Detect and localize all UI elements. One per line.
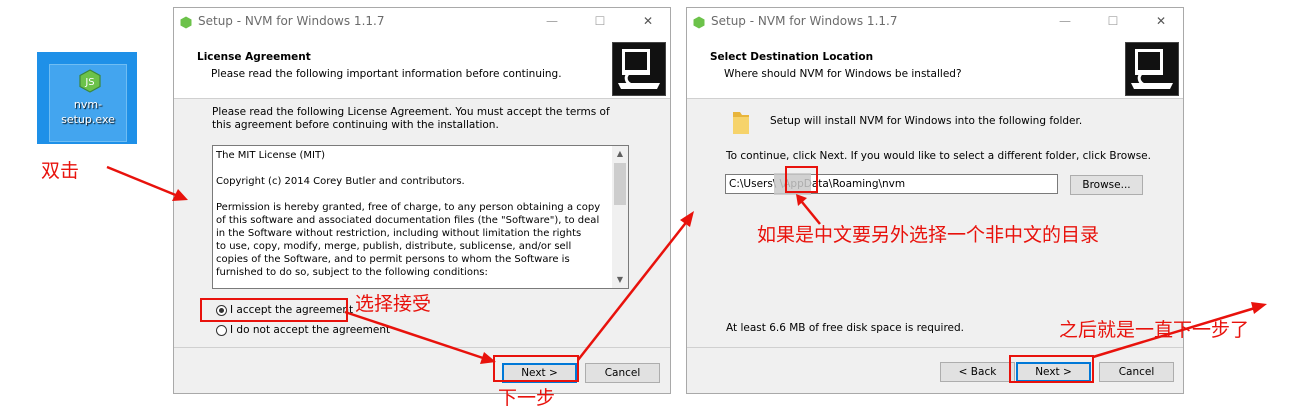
folder-icon xyxy=(733,112,749,134)
title-bar: Setup - NVM for Windows 1.1.7 — ☐ ✕ xyxy=(174,8,670,36)
username-highlight xyxy=(785,166,818,193)
license-scrollbar[interactable]: ▲ ▼ xyxy=(612,146,628,288)
wizard-header: Select Destination Location Where should… xyxy=(687,36,1183,99)
page-subtitle: Please read the following important info… xyxy=(211,68,562,80)
next-highlight-right xyxy=(1009,355,1094,383)
annotation-chinese-path: 如果是中文要另外选择一个非中文的目录 xyxy=(757,224,1100,246)
window-title: Setup - NVM for Windows 1.1.7 xyxy=(711,14,898,28)
page-subtitle: Where should NVM for Windows be installe… xyxy=(724,68,962,80)
disk-space-note: At least 6.6 MB of free disk space is re… xyxy=(726,322,964,334)
desktop-file-name: nvm-setup.exe xyxy=(61,98,115,126)
license-line: to use, copy, modify, merge, publish, di… xyxy=(216,241,572,252)
window-title: Setup - NVM for Windows 1.1.7 xyxy=(198,14,385,28)
app-icon xyxy=(180,16,192,29)
nodejs-icon: JS xyxy=(79,69,101,93)
minimize-button[interactable]: — xyxy=(543,13,561,29)
install-info: Setup will install NVM for Windows into … xyxy=(770,115,1083,127)
maximize-button[interactable]: ☐ xyxy=(591,13,609,29)
license-line: furnished to do so, subject to the follo… xyxy=(216,267,488,278)
accept-highlight xyxy=(200,298,348,322)
footer-divider xyxy=(687,347,1183,348)
browse-button[interactable]: Browse... xyxy=(1070,175,1143,195)
close-button[interactable]: ✕ xyxy=(639,13,657,29)
annotation-next-step: 下一步 xyxy=(498,387,556,409)
footer-divider xyxy=(174,347,670,348)
setup-computer-icon xyxy=(1125,42,1179,96)
back-button[interactable]: < Back xyxy=(940,362,1015,382)
license-text-box[interactable]: The MIT License (MIT) Copyright (c) 2014… xyxy=(212,145,629,289)
scroll-thumb[interactable] xyxy=(614,163,626,205)
license-intro: Please read the following License Agreem… xyxy=(212,106,610,131)
annotation-select-accept: 选择接受 xyxy=(355,293,432,315)
minimize-button[interactable]: — xyxy=(1056,13,1074,29)
svg-text:JS: JS xyxy=(84,77,94,88)
license-line xyxy=(216,188,612,201)
cancel-button[interactable]: Cancel xyxy=(585,363,660,383)
license-window: Setup - NVM for Windows 1.1.7 — ☐ ✕ Lice… xyxy=(173,7,671,394)
maximize-button[interactable]: ☐ xyxy=(1104,13,1122,29)
license-line: The MIT License (MIT) xyxy=(216,150,326,161)
desktop-icon-tile: JS nvm-setup.exe xyxy=(49,64,127,142)
license-line xyxy=(216,162,612,175)
desktop-file-icon[interactable]: JS nvm-setup.exe xyxy=(37,52,137,144)
license-text: The MIT License (MIT) Copyright (c) 2014… xyxy=(216,149,612,279)
license-line: copies of the Software, and to permit pe… xyxy=(216,254,570,265)
install-instruction: To continue, click Next. If you would li… xyxy=(726,150,1151,162)
decline-radio[interactable] xyxy=(216,325,227,336)
page-title: Select Destination Location xyxy=(710,51,874,63)
arrow-head xyxy=(1251,302,1267,314)
scroll-down-icon[interactable]: ▼ xyxy=(612,272,628,288)
license-line: Copyright (c) 2014 Corey Butler and cont… xyxy=(216,176,465,187)
decline-label[interactable]: I do not accept the agreement xyxy=(230,324,390,337)
license-line: of this software and associated document… xyxy=(216,215,600,226)
arrow-to-license xyxy=(106,165,179,198)
license-line: in the Software without restriction, inc… xyxy=(216,228,582,239)
annotation-then-next: 之后就是一直下一步了 xyxy=(1059,319,1250,341)
wizard-header: License Agreement Please read the follow… xyxy=(174,36,670,99)
cancel-button[interactable]: Cancel xyxy=(1099,362,1174,382)
close-button[interactable]: ✕ xyxy=(1152,13,1170,29)
app-icon xyxy=(693,16,705,29)
scroll-up-icon[interactable]: ▲ xyxy=(612,146,628,162)
setup-computer-icon xyxy=(612,42,666,96)
page-title: License Agreement xyxy=(197,51,311,63)
license-line: Permission is hereby granted, free of ch… xyxy=(216,202,601,213)
next-highlight-left xyxy=(493,355,579,382)
annotation-double-click: 双击 xyxy=(41,160,80,182)
title-bar: Setup - NVM for Windows 1.1.7 — ☐ ✕ xyxy=(687,8,1183,36)
